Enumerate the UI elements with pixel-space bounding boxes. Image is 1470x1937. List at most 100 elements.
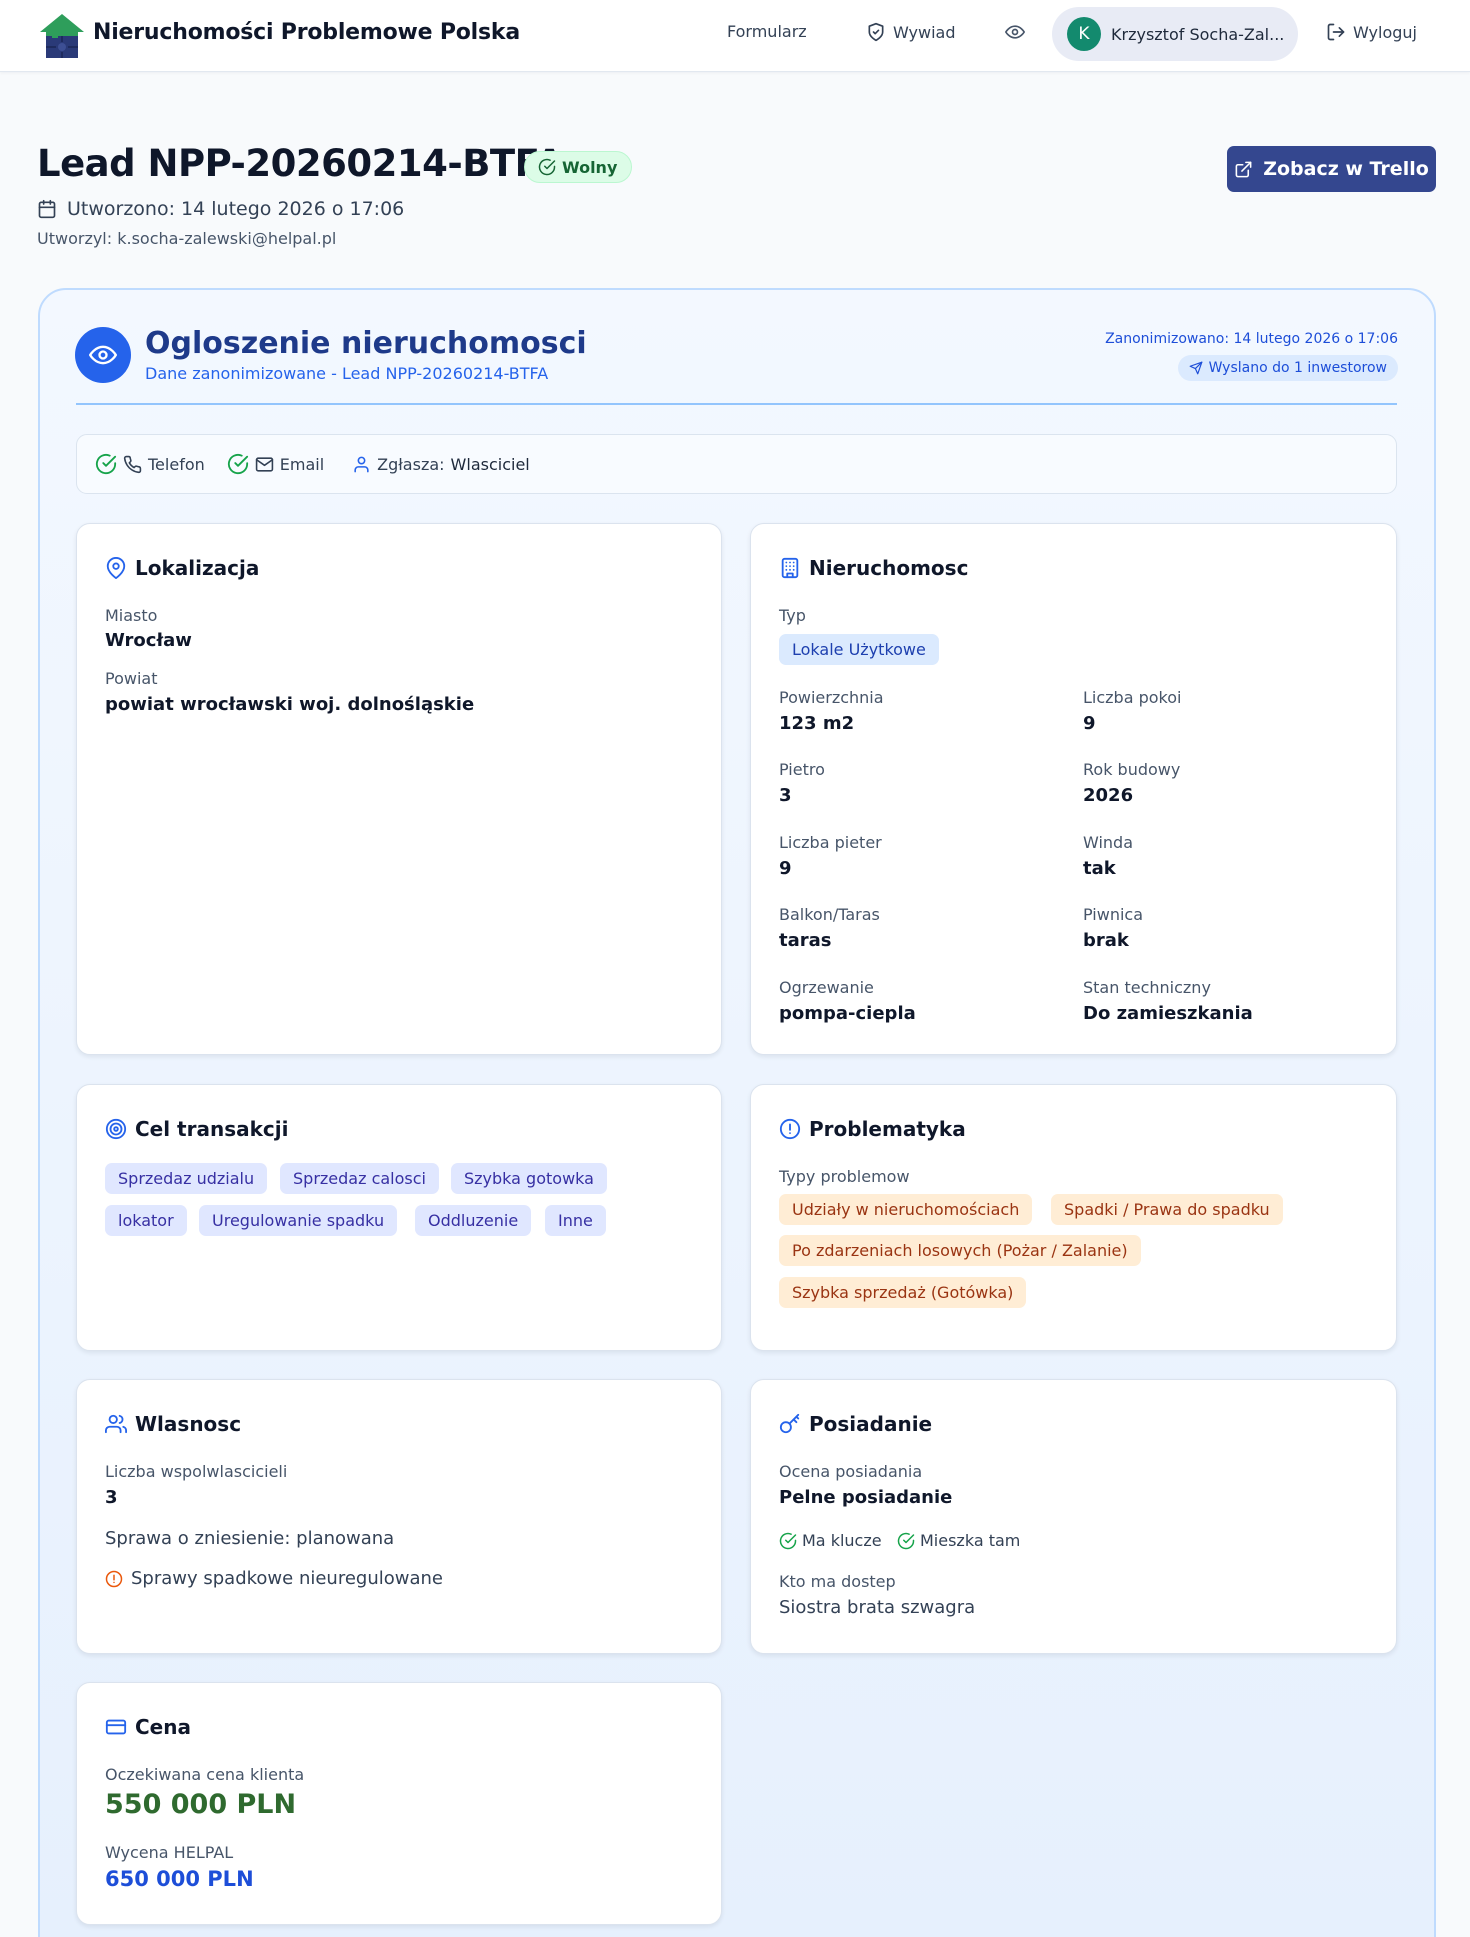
field-label: Balkon/Taras (779, 905, 880, 924)
nav-wywiad[interactable]: Wywiad (866, 22, 956, 42)
goal-tag: Szybka gotowka (451, 1163, 607, 1194)
case-status: Sprawa o zniesienie: planowana (105, 1528, 395, 1549)
listing-title: Ogloszenie nieruchomosci (145, 326, 587, 361)
possession-title: Posiadanie (809, 1412, 933, 1436)
location-header: Lokalizacja (105, 556, 259, 580)
ownership-card: Wlasnosc Liczba wspolwlascicieli 3 Spraw… (76, 1379, 722, 1654)
has-keys-label: Ma klucze (802, 1531, 882, 1550)
field-value: Do zamieszkania (1083, 1003, 1253, 1024)
users-icon (105, 1413, 127, 1435)
goal-tag: Inne (545, 1205, 606, 1236)
phone-icon (123, 455, 142, 474)
county-value: powiat wrocławski woj. dolnośląskie (105, 694, 475, 715)
logout-label: Wyloguj (1353, 22, 1417, 42)
reporter-label: Zgłasza: (377, 454, 445, 474)
nav-wywiad-label: Wywiad (893, 22, 956, 42)
key-icon (779, 1413, 801, 1435)
goal-tag: lokator (105, 1205, 187, 1236)
nav-formularz-label: Formularz (727, 22, 807, 41)
sent-label: Wyslano do 1 inwestorow (1208, 360, 1387, 376)
location-card: Lokalizacja Miasto Wrocław Powiat powiat… (76, 523, 722, 1055)
shield-check-icon (866, 22, 886, 42)
goal-card: Cel transakcji Sprzedaz udzialu Sprzedaz… (76, 1084, 722, 1351)
logout-icon (1326, 22, 1346, 42)
sent-badge: Wyslano do 1 inwestorow (1177, 355, 1398, 381)
contact-email: Email (227, 453, 324, 475)
calendar-icon (37, 199, 57, 219)
listing-subtitle: Dane zanonimizowane - Lead NPP-20260214-… (145, 364, 549, 383)
field-label: Pietro (779, 760, 825, 779)
ownership-header: Wlasnosc (105, 1412, 241, 1436)
created-date: Utworzono: 14 lutego 2026 o 17:06 (37, 198, 404, 220)
author-text: Utworzyl: k.socha-zalewski@helpal.pl (37, 229, 337, 248)
user-icon (352, 455, 371, 474)
goal-tag: Sprzedaz calosci (280, 1163, 439, 1194)
brand-name[interactable]: Nieruchomości Problemowe Polska (93, 20, 520, 45)
user-menu[interactable]: K Krzysztof Socha-Zal... (1052, 7, 1298, 61)
co-owners-label: Liczba wspolwlascicieli (105, 1462, 288, 1481)
access-value: Siostra brata szwagra (779, 1597, 976, 1618)
created-text: Utworzono: 14 lutego 2026 o 17:06 (67, 198, 405, 220)
phone-label: Telefon (148, 454, 205, 474)
field-value: pompa-ciepla (779, 1003, 916, 1024)
field-label: Liczba pieter (779, 833, 882, 852)
possession-card: Posiadanie Ocena posiadania Pelne posiad… (750, 1379, 1397, 1654)
check-circle-icon (779, 1532, 797, 1550)
page-title: Lead NPP-20260214-BTFA (37, 142, 564, 185)
lives-there: Mieszka tam (897, 1531, 1020, 1550)
external-link-icon (1234, 160, 1253, 179)
field-label: Winda (1083, 833, 1134, 852)
check-circle-icon (95, 453, 117, 475)
send-icon (1189, 361, 1203, 375)
status-badge: Wolny (524, 151, 633, 183)
problem-tag: Spadki / Prawa do spadku (1051, 1194, 1283, 1225)
logout-button[interactable]: Wyloguj (1326, 22, 1417, 42)
goal-tag: Oddluzenie (415, 1205, 532, 1236)
check-circle-icon (538, 158, 556, 176)
price-card: Cena Oczekiwana cena klienta 550 000 PLN… (76, 1682, 722, 1925)
goal-tag: Sprzedaz udzialu (105, 1163, 268, 1194)
location-title: Lokalizacja (135, 556, 260, 580)
contact-bar: Telefon Email Zgłasza: Wlasciciel (76, 434, 1397, 494)
co-owners-value: 3 (105, 1487, 118, 1508)
county-label: Powiat (105, 669, 158, 688)
target-icon (105, 1118, 127, 1140)
expected-price-label: Oczekiwana cena klienta (105, 1765, 305, 1784)
logo-icon[interactable] (38, 12, 86, 60)
problems-title: Problematyka (809, 1117, 966, 1141)
status-label: Wolny (562, 157, 618, 177)
anonymized-date: Zanonimizowano: 14 lutego 2026 o 17:06 (1105, 331, 1398, 347)
field-value: 3 (779, 785, 792, 806)
assessment-label: Ocena posiadania (779, 1462, 923, 1481)
problem-tag: Udziały w nieruchomościach (779, 1194, 1033, 1225)
helpal-price-value: 650 000 PLN (105, 1867, 254, 1891)
field-label: Rok budowy (1083, 760, 1181, 779)
user-name: Krzysztof Socha-Zal... (1111, 24, 1285, 44)
field-value: brak (1083, 930, 1129, 951)
inheritance-warning: Sprawy spadkowe nieuregulowane (105, 1568, 443, 1589)
mail-icon (255, 455, 274, 474)
building-icon (779, 557, 801, 579)
field-value: 9 (1083, 713, 1096, 734)
field-value: tak (1083, 858, 1116, 879)
price-header: Cena (105, 1715, 191, 1739)
field-label: Piwnica (1083, 905, 1144, 924)
nav-preview[interactable] (1005, 22, 1025, 42)
problem-types-label: Typy problemow (779, 1167, 910, 1186)
nav-formularz[interactable]: Formularz (727, 22, 807, 41)
ownership-title: Wlasnosc (135, 1412, 242, 1436)
check-circle-icon (227, 453, 249, 475)
expected-price-value: 550 000 PLN (105, 1789, 297, 1820)
goal-tag: Uregulowanie spadku (199, 1205, 398, 1236)
problems-card: Problematyka Typy problemow Udziały w ni… (750, 1084, 1397, 1351)
email-label: Email (279, 454, 325, 474)
field-value: 2026 (1083, 785, 1134, 806)
eye-icon (1005, 22, 1025, 42)
field-value: taras (779, 930, 832, 951)
trello-button-label: Zobacz w Trello (1263, 158, 1429, 180)
top-navbar: Nieruchomości Problemowe Polska Formular… (0, 0, 1470, 72)
contact-phone: Telefon (95, 453, 205, 475)
inheritance-warning-text: Sprawy spadkowe nieuregulowane (131, 1568, 444, 1589)
check-circle-icon (897, 1532, 915, 1550)
trello-button[interactable]: Zobacz w Trello (1227, 146, 1436, 192)
